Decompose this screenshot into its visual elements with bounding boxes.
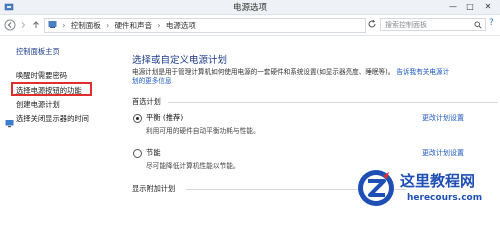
learn-more-link-cont[interactable]: 划的更多信息	[132, 77, 172, 85]
sidebar-item-display-off[interactable]: 选择关闭显示器的时间	[16, 114, 89, 124]
plan-balanced-settings-link[interactable]: 更改计划设置	[422, 113, 464, 123]
back-arrow-icon[interactable]	[4, 19, 16, 31]
search-placeholder: 搜索控制面板	[385, 21, 427, 29]
preferred-plans-label: 首选计划	[132, 97, 161, 106]
display-icon	[5, 113, 14, 128]
watermark-text: 这里教程网	[400, 172, 476, 190]
plan-saver-radio[interactable]	[133, 149, 142, 158]
sidebar-item-power-button[interactable]: 选择电源按钮的功能	[16, 86, 82, 96]
refresh-icon[interactable]	[366, 19, 378, 31]
description-text: 电源计划是用于管理计算机如何使用电源的一套硬件和系统设置(如显示器亮度、睡眠等)…	[132, 68, 395, 76]
plan-balanced-radio[interactable]	[133, 114, 142, 123]
plan-saver-name[interactable]: 节能	[146, 148, 161, 158]
address-box[interactable]: › 控制面板 › 硬件和声音 › 电源选项	[44, 18, 366, 33]
plan-balanced-desc: 利用可用的硬件自动平衡功耗与性能。	[146, 127, 260, 135]
plan-saver-settings-link[interactable]: 更改计划设置	[422, 148, 464, 158]
close-button[interactable]: ✕	[481, 1, 495, 13]
up-arrow-icon[interactable]	[30, 19, 42, 31]
watermark-url: herecours.com	[407, 193, 483, 203]
breadcrumb-power-options[interactable]: 电源选项	[166, 19, 196, 32]
breadcrumb-control-panel[interactable]: 控制面板	[71, 19, 101, 32]
minimize-button[interactable]: —	[446, 1, 460, 13]
watermark-logo: 这里教程网 herecours.com	[352, 166, 500, 211]
search-input[interactable]: 搜索控制面板	[380, 18, 486, 31]
help-icon[interactable]: ?	[489, 18, 499, 30]
forward-arrow-icon[interactable]	[17, 19, 29, 31]
page-title: 选择或自定义电源计划	[132, 55, 228, 66]
address-bar: › 控制面板 › 硬件和声音 › 电源选项 搜索控制面板 ?	[0, 15, 500, 36]
learn-more-link[interactable]: 告诉我有关电源计	[396, 68, 449, 76]
maximize-button[interactable]: □	[463, 1, 477, 13]
page-description: 电源计划是用于管理计算机如何使用电源的一套硬件和系统设置(如显示器亮度、睡眠等)…	[132, 68, 492, 86]
sidebar-home-link[interactable]: 控制面板主页	[16, 47, 60, 57]
watermark-emblem-icon	[358, 170, 394, 206]
plan-saver-desc: 尽可能降低计算机性能以节能。	[146, 162, 240, 170]
plan-balanced-name[interactable]: 平衡 (推荐)	[146, 113, 183, 123]
sidebar-item-require-password[interactable]: 唤醒时需要密码	[16, 71, 67, 81]
title-bar: 电源选项 — □ ✕	[0, 0, 500, 15]
additional-plans-label[interactable]: 显示附加计划	[132, 184, 175, 194]
sidebar: 控制面板主页 唤醒时需要密码 选择电源按钮的功能 创建电源计划 选择关闭显示器的…	[0, 36, 110, 211]
group-divider	[168, 102, 498, 103]
sidebar-item-create-plan[interactable]: 创建电源计划	[16, 100, 60, 110]
window-title: 电源选项	[232, 3, 267, 13]
search-icon[interactable]	[474, 19, 482, 33]
control-panel-icon	[45, 19, 57, 32]
breadcrumb-hardware-sound[interactable]: 硬件和声音	[115, 19, 153, 32]
